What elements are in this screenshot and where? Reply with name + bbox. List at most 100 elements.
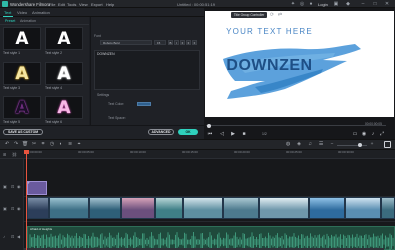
fit-timeline-button[interactable] <box>384 141 391 148</box>
delete-icon[interactable]: 🗑 <box>22 142 28 148</box>
bold-button[interactable]: B <box>168 40 173 45</box>
video-clip[interactable] <box>121 197 155 219</box>
save-as-custom-button[interactable]: SAVE AS CUSTOM <box>3 129 43 135</box>
video-clip[interactable] <box>259 197 309 219</box>
menu-file[interactable]: File <box>49 2 55 7</box>
tab-animation[interactable]: Animation <box>32 10 50 15</box>
audio-mixer-icon[interactable]: ≋ <box>67 142 73 148</box>
shield-icon[interactable]: ◈ <box>296 142 302 148</box>
preview-title-line2: DOWNZEN <box>226 57 313 74</box>
scrubber-handle[interactable] <box>207 123 211 128</box>
preset-thumbnail[interactable]: A <box>45 62 83 85</box>
zoom-out-icon[interactable]: − <box>329 142 335 148</box>
track1-lock-icon[interactable]: ⊡ <box>11 206 14 211</box>
flip-icon[interactable]: ⇄ <box>277 12 283 18</box>
video-clip[interactable] <box>183 197 223 219</box>
screen-icon[interactable]: ▭ <box>352 131 358 137</box>
track2-video-icon: ▣ <box>3 184 7 189</box>
playback-quality[interactable]: 1/2 <box>262 132 267 136</box>
color-icon[interactable]: ◐ <box>58 142 64 148</box>
tab-video[interactable]: Video <box>17 10 27 15</box>
audio-lock-icon[interactable]: ⊡ <box>11 234 14 239</box>
preview-timecode: 00:00:00:05 <box>365 122 382 126</box>
video-clip[interactable] <box>49 197 89 219</box>
maximize-icon[interactable]: □ <box>372 1 378 7</box>
crop-icon[interactable]: ⌗ <box>40 142 46 148</box>
add-track-icon[interactable]: ⊞ <box>3 152 6 157</box>
text-color-swatch[interactable] <box>137 102 151 106</box>
font-family-dropdown[interactable]: Roboto Bold <box>100 40 152 45</box>
mic-icon[interactable]: ♫ <box>307 142 313 148</box>
preset-label: Text style 5 <box>3 120 20 124</box>
preset-thumbnail[interactable]: A <box>3 27 41 50</box>
menu-export[interactable]: Export <box>91 2 103 7</box>
stop-icon[interactable]: ■ <box>241 131 247 137</box>
user-icon[interactable]: ● <box>308 1 314 7</box>
menu-edit[interactable]: Edit <box>58 2 65 7</box>
notification-icon[interactable]: ◆ <box>345 1 351 7</box>
zoom-slider-handle[interactable] <box>358 143 362 147</box>
menu-view[interactable]: View <box>79 2 88 7</box>
ok-button[interactable]: OK <box>178 129 198 135</box>
audio-clip[interactable] <box>27 226 395 250</box>
login-link[interactable]: Login <box>318 2 328 7</box>
align-left-icon[interactable]: ≡ <box>180 40 185 45</box>
text-space-label: Text Space: <box>108 116 126 120</box>
list-icon[interactable]: ☰ <box>318 142 324 148</box>
preset-thumbnail[interactable]: A <box>3 62 41 85</box>
tab-text[interactable]: Text <box>4 10 11 15</box>
preview-scrubber[interactable] <box>206 125 386 126</box>
subtab-animation[interactable]: Animation <box>20 19 36 23</box>
track2-eye-icon[interactable]: ◉ <box>17 184 21 189</box>
preset-thumbnail[interactable]: A <box>45 27 83 50</box>
preset-thumbnail[interactable]: A <box>3 96 41 119</box>
video-clip[interactable] <box>89 197 121 219</box>
preset-letter: A <box>15 29 29 49</box>
speed-icon[interactable]: ◷ <box>49 142 55 148</box>
video-clip[interactable] <box>381 197 395 219</box>
video-clip[interactable] <box>345 197 381 219</box>
text-input-area[interactable] <box>94 50 200 90</box>
ruler-tick-label: 00:00:20:00 <box>234 150 250 154</box>
menu-help[interactable]: Help <box>106 2 114 7</box>
render-icon[interactable]: ◍ <box>285 142 291 148</box>
undo-icon[interactable]: ↶ <box>4 142 10 148</box>
play-icon[interactable]: ▶ <box>230 131 236 137</box>
sync-icon[interactable]: ⟳ <box>269 12 275 18</box>
fullscreen-icon[interactable]: ⤢ <box>379 131 385 137</box>
subtab-preset[interactable]: Preset <box>5 19 15 23</box>
italic-button[interactable]: I <box>174 40 179 45</box>
audio-clip-label: Afraid of Heights <box>30 227 53 231</box>
advanced-button[interactable]: ADVANCED <box>148 129 174 135</box>
gift-icon[interactable]: ▣ <box>333 1 339 7</box>
camera-icon[interactable]: ◉ <box>361 131 367 137</box>
audio-speaker-icon[interactable]: ◀ <box>17 234 20 239</box>
cut-icon[interactable]: ✂ <box>31 142 37 148</box>
close-icon[interactable]: ✕ <box>384 1 390 7</box>
track2-lock-icon[interactable]: ⊡ <box>11 184 14 189</box>
redo-icon[interactable]: ↷ <box>13 142 19 148</box>
preset-thumbnail[interactable]: A <box>45 96 83 119</box>
zoom-slider[interactable] <box>337 144 367 146</box>
video-clip[interactable] <box>27 197 49 219</box>
playhead[interactable] <box>26 153 27 250</box>
title-clip[interactable] <box>27 181 47 195</box>
font-size-dropdown[interactable]: 15 <box>154 40 166 45</box>
video-clip[interactable] <box>223 197 259 219</box>
previous-frame-icon[interactable]: ⏮ <box>207 131 213 137</box>
lightbulb-icon[interactable]: ✦ <box>290 1 296 7</box>
step-back-icon[interactable]: ◁ <box>219 131 225 137</box>
link-icon[interactable]: ⛓ <box>12 152 17 157</box>
marker-icon[interactable]: ⌖ <box>76 142 82 148</box>
align-center-icon[interactable]: ≡ <box>186 40 191 45</box>
video-clip[interactable] <box>155 197 183 219</box>
track1-eye-icon[interactable]: ◉ <box>17 206 21 211</box>
menu-tools[interactable]: Tools <box>67 2 76 7</box>
minimize-icon[interactable]: – <box>360 1 366 7</box>
headphones-icon[interactable]: ◎ <box>299 1 305 7</box>
zoom-in-icon[interactable]: + <box>369 142 375 148</box>
align-right-icon[interactable]: ≡ <box>192 40 197 45</box>
video-clip[interactable] <box>309 197 345 219</box>
volume-icon[interactable]: ♪ <box>370 131 376 137</box>
ruler-tick-label: 00:00:15:00 <box>182 150 198 154</box>
